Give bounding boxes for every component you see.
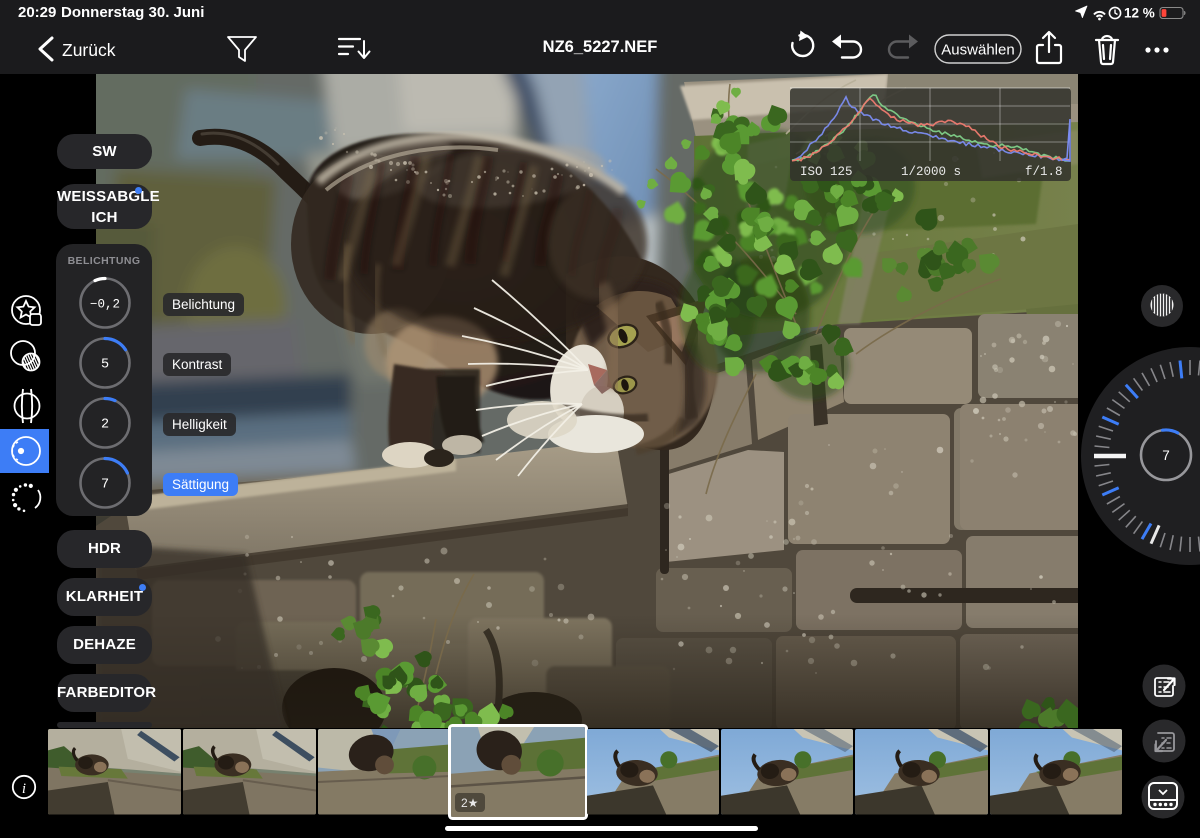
svg-text:7: 7 [101, 478, 109, 493]
svg-text:Zurück: Zurück [62, 40, 116, 60]
svg-text:7: 7 [1162, 448, 1170, 463]
svg-text:5: 5 [101, 358, 109, 373]
svg-text:f/1.8: f/1.8 [1025, 165, 1063, 179]
svg-text:2★: 2★ [461, 796, 478, 810]
svg-text:12 %: 12 % [1124, 6, 1155, 21]
svg-text:1/2000 s: 1/2000 s [901, 165, 961, 179]
svg-text:−0,2: −0,2 [90, 298, 120, 312]
svg-text:2: 2 [101, 418, 109, 433]
svg-text:Auswählen: Auswählen [941, 42, 1014, 59]
svg-text:ISO 125: ISO 125 [800, 165, 853, 179]
